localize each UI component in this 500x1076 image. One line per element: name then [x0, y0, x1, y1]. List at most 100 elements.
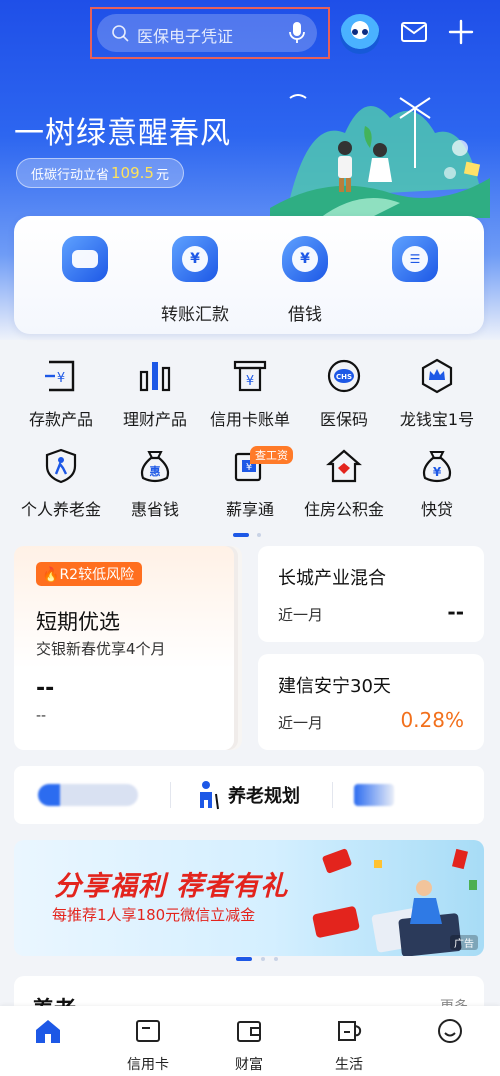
- home-icon: [36, 1020, 60, 1043]
- quick-action-wallet[interactable]: [40, 236, 130, 322]
- svg-text:¥: ¥: [433, 465, 442, 479]
- product-rate: --: [447, 600, 464, 624]
- quick-action-label: [40, 300, 130, 322]
- yen-bag-icon: ¥: [282, 236, 328, 282]
- grid-label: 医保码: [319, 410, 368, 429]
- nav-label: [410, 1054, 490, 1072]
- quick-action-label: [370, 300, 460, 322]
- grid-page-indicator: [233, 522, 262, 541]
- wallet-icon: [62, 236, 108, 282]
- quick-action-transfer[interactable]: ¥ 转账汇款: [150, 236, 240, 325]
- microphone-icon[interactable]: [287, 21, 307, 45]
- ad-headline: 分享福利 荐者有礼: [54, 871, 289, 902]
- wallet-nav-icon: [237, 1021, 261, 1042]
- grid-item-huishengqian[interactable]: 惠 惠省钱: [107, 448, 203, 520]
- grid-label: 惠省钱: [130, 500, 179, 519]
- product-card[interactable]: 建信安宁30天 近一月 0.28%: [258, 654, 484, 750]
- grid-label: 快贷: [420, 500, 453, 519]
- product-title: 短期优选: [36, 610, 120, 634]
- grid-item-wealth[interactable]: 理财产品: [107, 358, 203, 430]
- quick-action-borrow[interactable]: ¥ 借钱: [260, 236, 350, 325]
- nav-tab-mine[interactable]: [410, 1018, 490, 1072]
- credit-card-icon: [136, 1020, 160, 1042]
- flame-icon: 🔥: [42, 567, 60, 583]
- product-card[interactable]: 长城产业混合 近一月 --: [258, 546, 484, 642]
- avatar-eye-right: [362, 29, 368, 35]
- risk-badge: 🔥R2较低风险: [36, 562, 143, 586]
- cup-icon: [338, 1021, 362, 1041]
- divider: [332, 782, 333, 808]
- card-icon: ☰: [392, 236, 438, 282]
- page-dot: [261, 957, 266, 961]
- banner-slogan[interactable]: 一树绿意醒春风: [14, 108, 231, 152]
- smile-icon: [438, 1019, 462, 1043]
- loan-bag-icon: ¥: [422, 451, 452, 483]
- product-period: 近一月: [278, 714, 324, 732]
- product-value: --: [36, 676, 55, 701]
- svg-text:¥: ¥: [246, 374, 254, 389]
- page-dot-active: [236, 957, 252, 961]
- page-dot-active: [233, 533, 249, 537]
- blurred-entry[interactable]: [354, 784, 394, 806]
- grid-label: 住房公积金: [303, 500, 384, 519]
- header: 医保电子凭证: [0, 0, 500, 68]
- assistant-avatar[interactable]: [340, 14, 380, 54]
- chs-icon: CHS: [327, 359, 361, 393]
- mail-icon[interactable]: [400, 20, 428, 44]
- nav-tab-credit-card[interactable]: 信用卡: [108, 1018, 188, 1073]
- pill-unit: 元: [155, 167, 169, 183]
- grid-item-credit-bill[interactable]: ¥ 信用卡账单: [202, 358, 298, 430]
- svg-text:CHS: CHS: [336, 373, 352, 381]
- quick-action-card[interactable]: ☰: [370, 236, 460, 322]
- product-subtitle: 交银新春优享4个月: [36, 640, 166, 658]
- grid-label: 薪享通: [225, 500, 274, 519]
- nav-tab-life[interactable]: 生活: [309, 1018, 389, 1073]
- salary-check-tag: 查工资: [250, 446, 293, 464]
- grid-label: 龙钱宝1号: [399, 410, 475, 429]
- grid-item-medical-code[interactable]: CHS 医保码: [296, 358, 392, 430]
- nav-tab-home[interactable]: [8, 1018, 88, 1072]
- nav-label: 生活: [335, 1057, 363, 1073]
- grid-item-longqianbao[interactable]: 龙钱宝1号: [389, 358, 485, 430]
- pension-shield-icon: [45, 448, 77, 484]
- product-value-label: --: [36, 708, 47, 724]
- pill-amount: 109.5: [111, 164, 154, 182]
- search-input[interactable]: 医保电子凭证: [97, 14, 317, 52]
- grid-item-personal-pension[interactable]: 个人养老金: [13, 448, 109, 520]
- avatar-eye-left: [352, 29, 358, 35]
- grid-label: 信用卡账单: [209, 410, 290, 429]
- product-title: 长城产业混合: [278, 568, 386, 589]
- grid-label: 存款产品: [28, 410, 93, 429]
- quick-action-label: 借钱: [288, 305, 322, 325]
- nav-label: 信用卡: [127, 1057, 169, 1073]
- search-icon: [112, 25, 129, 42]
- yen-transfer-icon: ¥: [172, 236, 218, 282]
- grid-item-quick-loan[interactable]: ¥ 快贷: [389, 448, 485, 520]
- divider: [170, 782, 171, 808]
- grid-item-deposit[interactable]: ¥ 存款产品: [13, 358, 109, 430]
- svg-text:¥: ¥: [57, 371, 65, 386]
- pension-planning-link[interactable]: 养老规划: [228, 782, 300, 808]
- product-rate: 0.28%: [400, 708, 464, 732]
- house-fund-icon: [326, 449, 362, 483]
- grid-item-housing-fund[interactable]: 住房公积金: [296, 448, 392, 520]
- low-carbon-pill[interactable]: 低碳行动立省 109.5 元: [16, 158, 184, 188]
- product-title: 建信安宁30天: [278, 676, 391, 697]
- blurred-entry[interactable]: [38, 784, 138, 806]
- bottom-navigation: 信用卡 财富 生活: [0, 1006, 500, 1076]
- nav-tab-wealth[interactable]: 财富: [209, 1018, 289, 1073]
- quick-action-label: 转账汇款: [161, 305, 229, 325]
- ad-subtitle: 每推荐1人享180元微信立减金: [52, 906, 256, 924]
- ad-page-indicator: [236, 946, 282, 965]
- svg-text:惠: 惠: [150, 464, 161, 478]
- page-dot: [257, 533, 262, 537]
- page-dot: [274, 957, 279, 961]
- pill-prefix: 低碳行动立省: [31, 167, 110, 183]
- plus-icon[interactable]: [447, 18, 475, 46]
- featured-product-card[interactable]: 🔥R2较低风险 短期优选 交银新春优享4个月 -- --: [14, 546, 234, 750]
- search-placeholder: 医保电子凭证: [137, 27, 234, 46]
- hui-bag-icon: 惠: [140, 451, 170, 483]
- feature-strip: 养老规划: [14, 766, 484, 824]
- grid-label: 个人养老金: [20, 500, 101, 519]
- ad-banner[interactable]: 分享福利 荐者有礼 每推荐1人享180元微信立减金 广告: [14, 840, 484, 956]
